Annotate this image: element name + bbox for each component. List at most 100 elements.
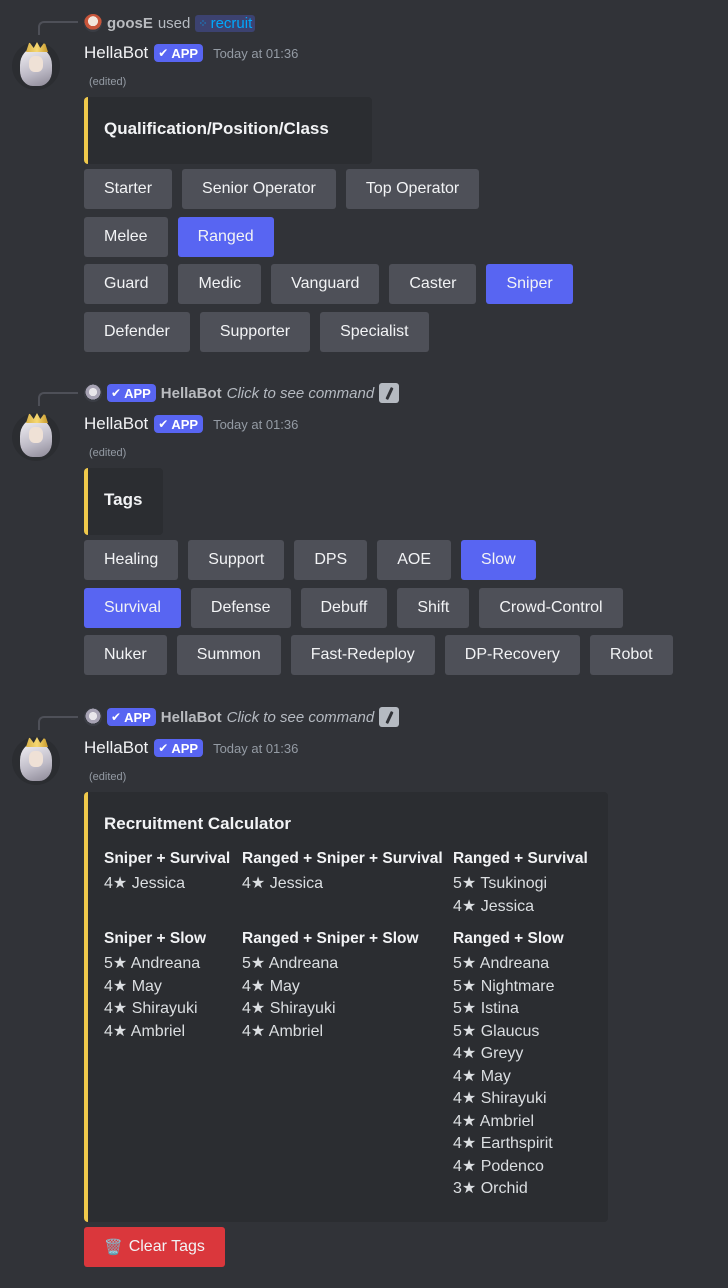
operator-entry: 5★ Istina — [453, 1000, 519, 1017]
bot-avatar[interactable] — [12, 42, 60, 90]
option-button-selected[interactable]: Sniper — [486, 264, 573, 304]
button-row: Survival Defense Debuff Shift Crowd-Cont… — [84, 588, 623, 628]
embed-title: Qualification/Position/Class — [104, 119, 329, 138]
combo-heading: Sniper + Slow — [104, 930, 207, 947]
embed: Tags — [84, 468, 163, 535]
operator-entry: 4★ Shirayuki — [104, 1000, 198, 1017]
app-badge: ✔ APP — [154, 739, 204, 757]
option-button[interactable]: Top Operator — [345, 169, 480, 209]
option-button[interactable]: Starter — [84, 169, 173, 209]
option-button[interactable]: AOE — [377, 540, 452, 580]
button-row: Defender Supporter Specialist — [84, 312, 429, 352]
operator-entry: 5★ Andreana — [242, 955, 339, 972]
option-button-selected[interactable]: Survival — [84, 588, 181, 628]
option-button[interactable]: Healing — [84, 540, 179, 580]
app-badge: ✔ APP — [154, 415, 204, 433]
operator-entry: 3★ Orchid — [453, 1180, 528, 1197]
command-name: recruit — [210, 14, 253, 32]
option-button[interactable]: Medic — [178, 264, 262, 304]
timestamp[interactable]: Today at 01:36 — [213, 417, 298, 432]
message-1: goosE used ⁘ recruit HellaBot ✔ APP Today… — [0, 0, 728, 360]
option-button[interactable]: Robot — [589, 635, 673, 675]
option-button[interactable]: Defender — [84, 312, 190, 352]
button-row: Starter Senior Operator Top Operator — [84, 169, 480, 209]
operator-entry: 4★ Jessica — [453, 897, 535, 915]
reply-text[interactable]: Click to see command — [227, 709, 375, 726]
option-button[interactable]: Vanguard — [271, 264, 380, 304]
reply-username[interactable]: HellaBot — [161, 385, 222, 402]
user-mini-avatar[interactable] — [84, 14, 102, 32]
operator-entry: 5★ Nightmare — [453, 977, 555, 995]
reply-username[interactable]: goosE — [107, 15, 153, 32]
bot-mini-avatar[interactable] — [84, 708, 102, 726]
slash-command-icon — [379, 383, 400, 403]
combo-group: Ranged + Slow 5★ Andreana 5★ Nightmare 5… — [453, 927, 564, 1201]
operator-entry: 4★ Ambriel — [242, 1022, 324, 1040]
option-button[interactable]: Support — [188, 540, 285, 580]
reply-text[interactable]: Click to see command — [227, 385, 375, 402]
combo-heading: Sniper + Survival — [104, 850, 231, 867]
clear-tags-button[interactable]: 🗑️ Clear Tags — [84, 1227, 225, 1267]
option-button[interactable]: Caster — [389, 264, 477, 304]
button-row: Healing Support DPS AOE Slow — [84, 540, 536, 580]
combo-heading: Ranged + Sniper + Survival — [242, 850, 443, 867]
option-button[interactable]: DP-Recovery — [444, 635, 580, 675]
option-button[interactable]: Guard — [84, 264, 169, 304]
bot-avatar[interactable] — [12, 413, 60, 461]
option-button[interactable]: Supporter — [199, 312, 311, 352]
option-button[interactable]: Melee — [84, 217, 168, 257]
author-name[interactable]: HellaBot — [84, 43, 148, 63]
option-button[interactable]: Crowd-Control — [479, 588, 623, 628]
reply-connector — [38, 392, 78, 406]
operator-entry: 5★ Andreana — [453, 955, 550, 972]
option-button[interactable]: Debuff — [300, 588, 388, 628]
app-badge: ✔ APP — [107, 384, 156, 402]
calculator-embed: Recruitment Calculator Sniper + Survival… — [84, 792, 608, 1222]
message-header: HellaBot ✔ APP Today at 01:36 — [84, 41, 298, 65]
combo-group: Ranged + Sniper + Survival 4★ Jessica — [242, 847, 443, 896]
bot-avatar[interactable] — [12, 737, 60, 785]
combo-group: Ranged + Survival 5★ Tsukinogi 4★ Jessic… — [453, 847, 588, 918]
button-row: 🗑️ Clear Tags — [84, 1227, 225, 1267]
author-name[interactable]: HellaBot — [84, 414, 148, 434]
option-button[interactable]: Nuker — [84, 635, 167, 675]
option-button-selected[interactable]: Slow — [461, 540, 536, 580]
combo-heading: Ranged + Sniper + Slow — [242, 930, 419, 947]
embed-title: Recruitment Calculator — [104, 814, 292, 833]
message-2: ✔ APP HellaBot Click to see command Hella… — [0, 371, 728, 691]
reply-context[interactable]: goosE used ⁘ recruit — [84, 12, 256, 34]
reply-username[interactable]: HellaBot — [161, 709, 222, 726]
operator-entry: 5★ Glaucus — [453, 1022, 540, 1040]
option-button[interactable]: Specialist — [320, 312, 429, 352]
option-button[interactable]: Shift — [397, 588, 470, 628]
slash-command-icon — [379, 707, 400, 727]
option-button[interactable]: DPS — [294, 540, 368, 580]
option-button-selected[interactable]: Ranged — [177, 217, 274, 257]
operator-entry: 4★ Ambriel — [453, 1112, 535, 1130]
edited-label: (edited) — [89, 771, 127, 783]
operator-entry: 4★ Shirayuki — [242, 1000, 336, 1017]
option-button[interactable]: Summon — [176, 635, 281, 675]
reply-verb: used — [157, 14, 191, 32]
timestamp[interactable]: Today at 01:36 — [213, 741, 298, 756]
reply-context[interactable]: ✔ APP HellaBot Click to see command — [84, 706, 400, 728]
option-button[interactable]: Senior Operator — [182, 169, 336, 209]
app-grid-icon: ⁘ — [198, 17, 208, 30]
bot-mini-avatar[interactable] — [84, 384, 102, 402]
operator-entry: 5★ Andreana — [104, 955, 201, 972]
edited-label: (edited) — [89, 76, 127, 88]
reply-context[interactable]: ✔ APP HellaBot Click to see command — [84, 382, 400, 404]
combo-heading: Ranged + Survival — [453, 850, 588, 867]
edited-label: (edited) — [89, 447, 127, 459]
check-icon: ✔ — [158, 46, 169, 60]
option-button[interactable]: Defense — [190, 588, 291, 628]
operator-entry: 4★ Shirayuki — [453, 1090, 547, 1107]
option-button[interactable]: Fast-Redeploy — [290, 635, 435, 675]
author-name[interactable]: HellaBot — [84, 738, 148, 758]
check-icon: ✔ — [111, 710, 122, 724]
timestamp[interactable]: Today at 01:36 — [213, 46, 298, 61]
command-mention[interactable]: ⁘ recruit — [195, 14, 256, 32]
operator-entry: 4★ Jessica — [104, 875, 186, 892]
app-badge: ✔ APP — [154, 44, 204, 62]
reply-connector — [38, 716, 78, 730]
